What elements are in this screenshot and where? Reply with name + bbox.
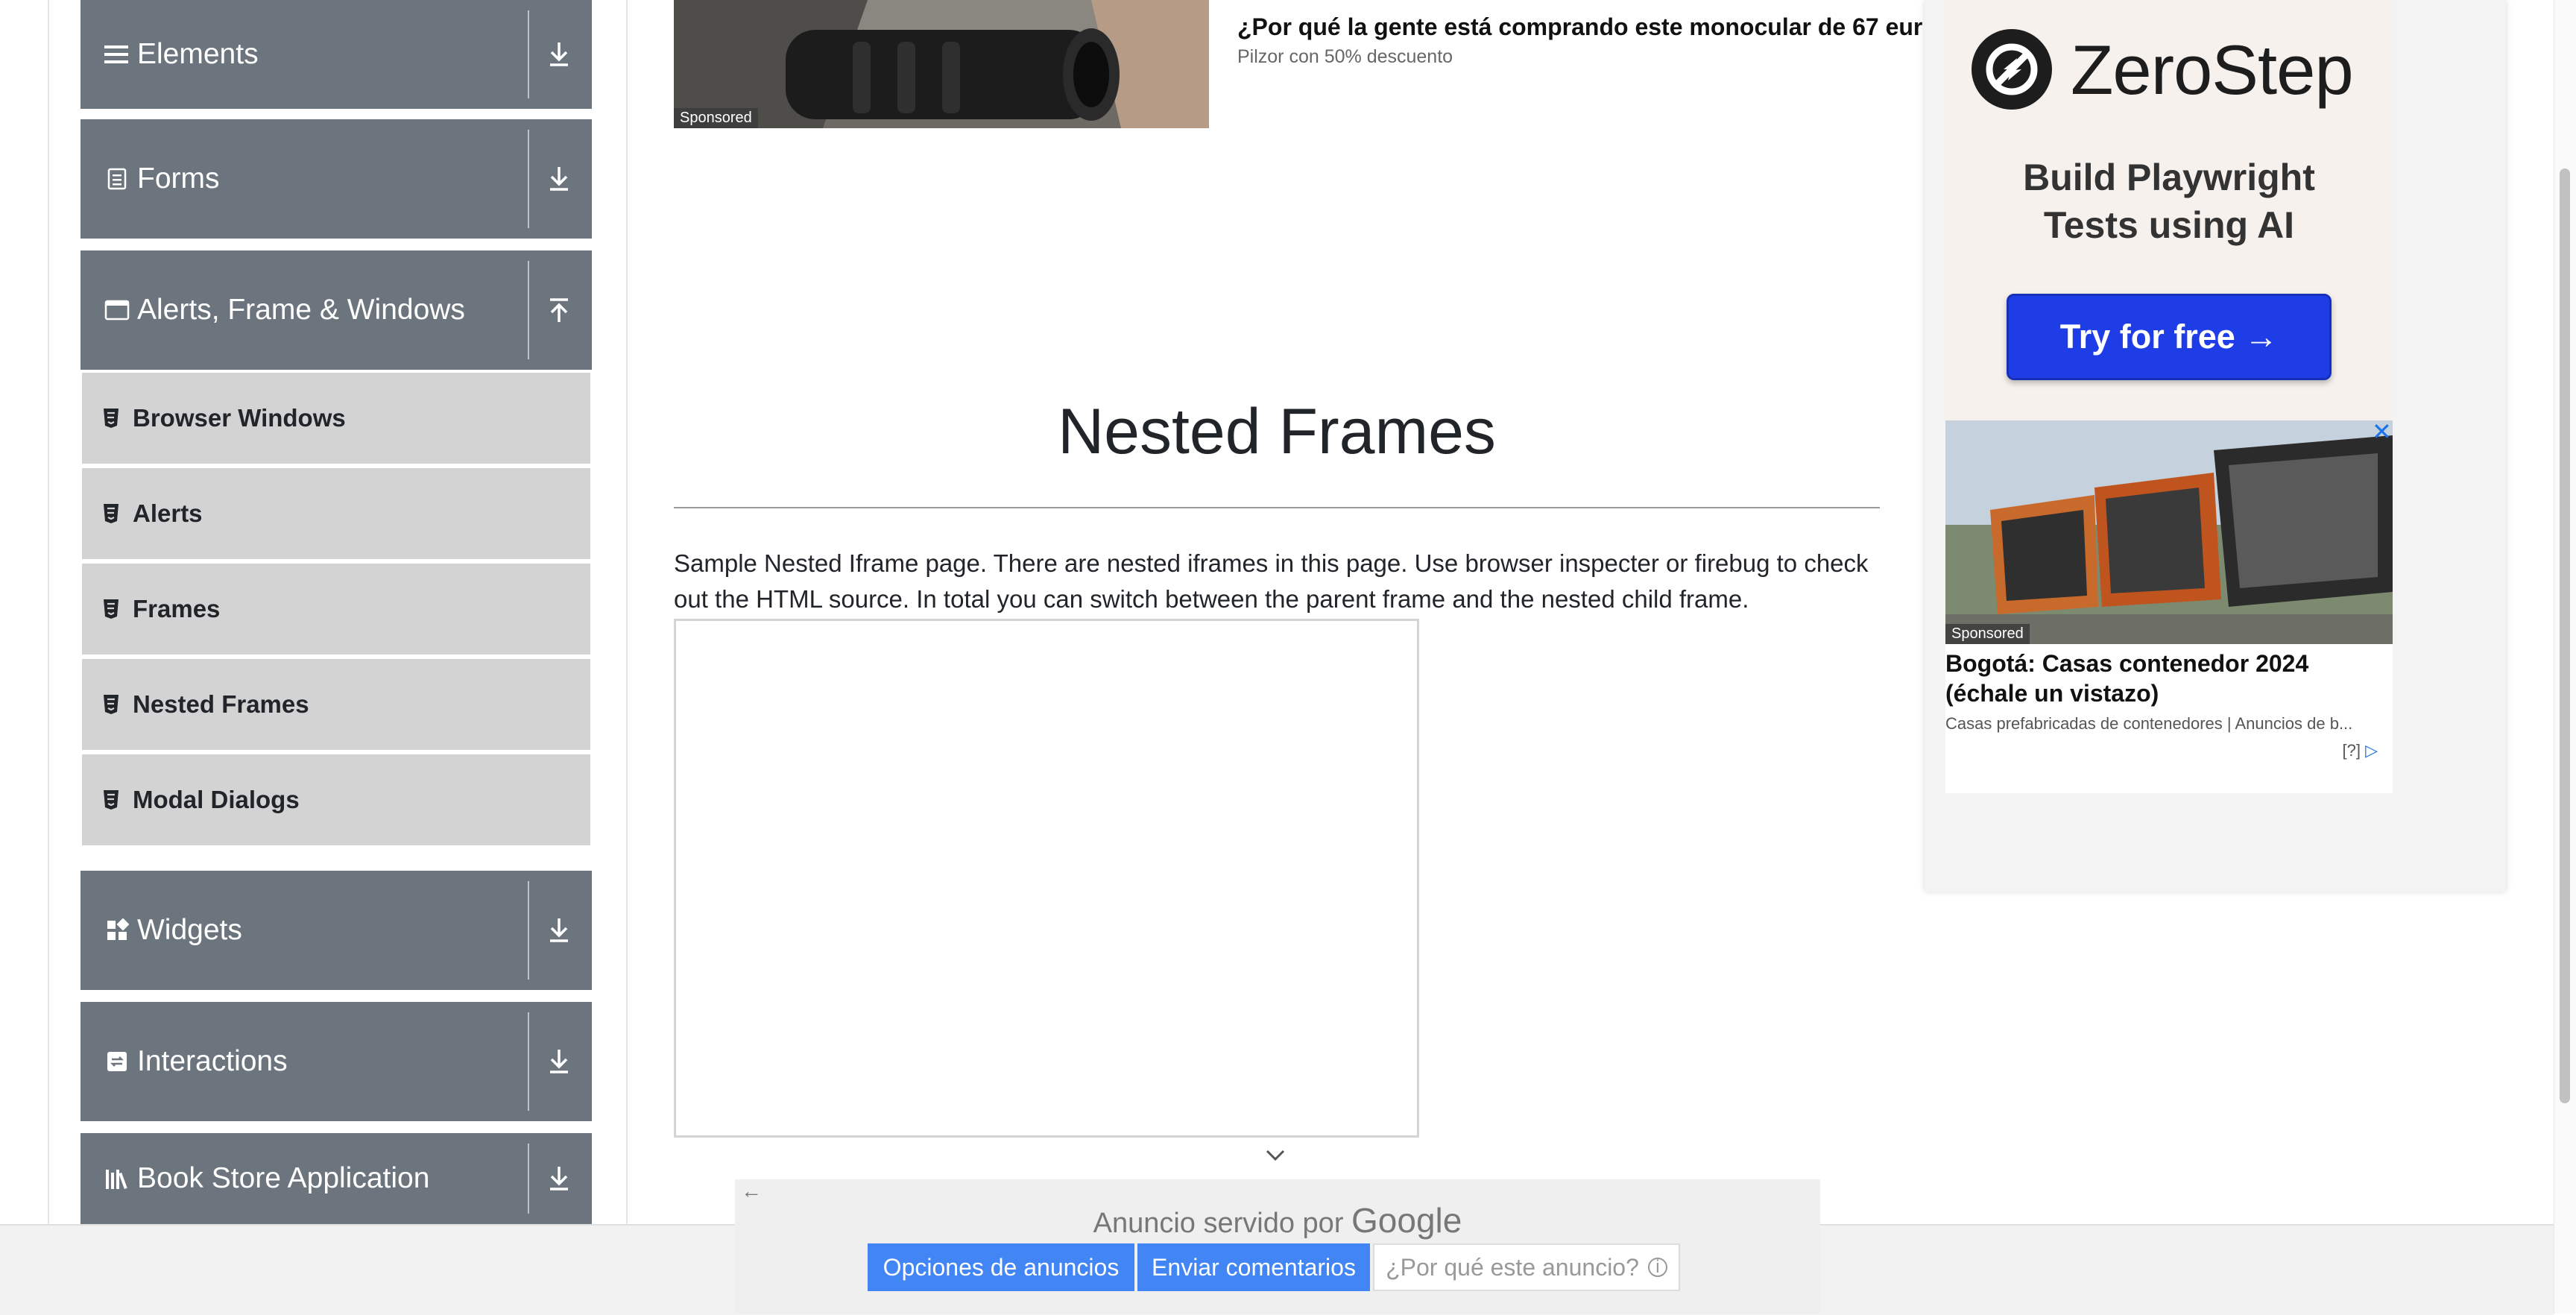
html5-icon: [103, 693, 122, 716]
send-feedback-button[interactable]: Enviar comentarios: [1137, 1243, 1370, 1291]
page-title: Nested Frames: [1058, 396, 1496, 467]
sidebar-group-elements[interactable]: Elements: [80, 0, 592, 109]
window-icon: [104, 297, 130, 323]
download-arrow-icon[interactable]: [537, 0, 581, 109]
sidebar-group-label: Book Store Application: [137, 1162, 430, 1194]
sidebar-group-label: Widgets: [137, 914, 242, 946]
sidebar-item-label: Nested Frames: [133, 690, 309, 718]
served-by-text: Anuncio servido por: [1093, 1208, 1344, 1239]
widgets-icon: [104, 918, 130, 943]
sidebar-group-label: Forms: [137, 163, 220, 195]
ad-served-by: Anuncio servido por Google: [735, 1200, 1820, 1240]
html5-icon: [103, 789, 122, 811]
download-arrow-icon[interactable]: [537, 871, 581, 990]
native-ad-title[interactable]: Bogotá: Casas contenedor 2024 (échale un…: [1945, 649, 2393, 708]
sidebar-item-frames[interactable]: Frames: [82, 564, 590, 655]
group-separator: [528, 1012, 529, 1111]
books-icon: [104, 1166, 130, 1191]
native-ad-subtitle[interactable]: Casas prefabricadas de contenedores | An…: [1945, 714, 2393, 734]
sidebar-group-interactions[interactable]: Interactions: [80, 1002, 592, 1121]
document-icon: [104, 166, 130, 192]
sidebar-item-label: Frames: [133, 595, 221, 622]
group-separator: [528, 881, 529, 980]
why-this-ad-button[interactable]: ¿Por qué este anuncio? i: [1373, 1243, 1680, 1291]
sidebar-group-book-store[interactable]: Book Store Application: [80, 1133, 592, 1224]
sponsored-label: Sponsored: [674, 108, 758, 128]
info-icon: i: [1647, 1257, 1667, 1277]
group-separator: [528, 10, 529, 98]
chevron-down-icon[interactable]: [1264, 1148, 1287, 1163]
group-separator: [528, 1144, 529, 1214]
html5-icon: [103, 598, 122, 620]
brand-name: ZeroStep: [2071, 31, 2354, 109]
ad-headline: Build Playwright Tests using AI: [1945, 154, 2393, 249]
sidebar-group-label: Alerts, Frame & Windows: [137, 294, 465, 326]
sidebar-item-alerts[interactable]: Alerts: [82, 468, 590, 559]
right-ad-container[interactable]: ZeroStep Build Playwright Tests using AI…: [1925, 0, 2506, 892]
adchoices[interactable]: [?] ▷: [2342, 741, 2378, 760]
sidebar-divider: [626, 0, 628, 1224]
title-divider: [674, 507, 1880, 508]
sidebar-group-widgets[interactable]: Widgets: [80, 871, 592, 990]
scrollbar-thumb[interactable]: [2560, 168, 2570, 1103]
hamburger-icon: [104, 42, 130, 67]
zerostep-logo-icon: [1972, 29, 2052, 110]
sidebar-item-label: Browser Windows: [133, 404, 346, 432]
why-this-ad-label: ¿Por qué este anuncio?: [1386, 1253, 1639, 1281]
html5-icon: [103, 502, 122, 525]
sidebar-group-forms[interactable]: Forms: [80, 119, 592, 239]
parent-iframe[interactable]: [674, 619, 1419, 1138]
google-ad-overlay: ← Anuncio servido por Google Opciones de…: [735, 1179, 1820, 1314]
sidebar-group-label: Interactions: [137, 1045, 288, 1077]
ad-options-button[interactable]: Opciones de anuncios: [868, 1243, 1134, 1291]
sidebar-left-border: [48, 0, 49, 1224]
native-ad-card[interactable]: Sponsored Bogotá: Casas contenedor 2024 …: [1945, 420, 2393, 793]
html5-icon: [103, 407, 122, 429]
download-arrow-icon[interactable]: [537, 119, 581, 239]
adchoices-icon[interactable]: ▷: [2365, 741, 2378, 760]
sidebar-item-modal-dialogs[interactable]: Modal Dialogs: [82, 754, 590, 845]
sidebar-item-label: Modal Dialogs: [133, 786, 300, 813]
help-link[interactable]: [?]: [2342, 741, 2360, 760]
sidebar-item-label: Alerts: [133, 499, 203, 527]
sidebar-item-browser-windows[interactable]: Browser Windows: [82, 373, 590, 464]
page-description: Sample Nested Iframe page. There are nes…: [674, 549, 1869, 613]
top-ad-subtitle[interactable]: Pilzor con 50% descuento: [1237, 46, 1453, 68]
sidebar-group-label: Elements: [137, 38, 259, 70]
interactions-icon: [104, 1049, 130, 1074]
download-arrow-icon[interactable]: [537, 1002, 581, 1121]
top-ad-title[interactable]: ¿Por qué la gente está comprando este mo…: [1237, 13, 1923, 41]
group-separator: [528, 261, 529, 359]
top-ad-image[interactable]: Sponsored: [674, 0, 1209, 128]
group-separator: [528, 130, 529, 228]
ad-headline-line2: Tests using AI: [2043, 204, 2295, 246]
sponsored-label: Sponsored: [1945, 624, 2030, 644]
sidebar-group-alerts-frame-windows[interactable]: Alerts, Frame & Windows: [80, 250, 592, 370]
google-logo: Google: [1351, 1201, 1462, 1240]
upload-arrow-icon[interactable]: [537, 250, 581, 370]
container-houses-image: Sponsored: [1945, 420, 2393, 644]
sidebar-item-nested-frames[interactable]: Nested Frames: [82, 659, 590, 750]
ad-headline-line1: Build Playwright: [2023, 157, 2315, 198]
download-arrow-icon[interactable]: [537, 1133, 581, 1224]
close-ad-icon[interactable]: ✕: [2372, 417, 2392, 446]
try-for-free-button[interactable]: Try for free →: [2007, 294, 2332, 380]
